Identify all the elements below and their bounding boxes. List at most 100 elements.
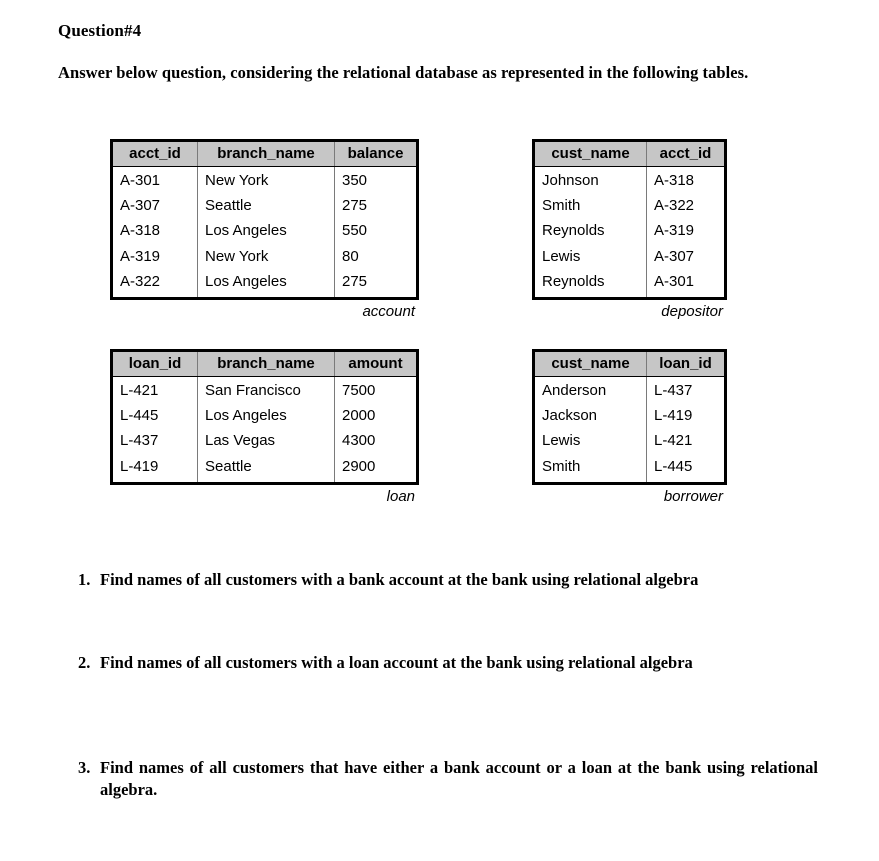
table-header-row: cust_name loan_id — [533, 350, 726, 377]
table-cell: 2000 — [342, 407, 376, 425]
table-cell: San Francisco — [197, 376, 335, 405]
table-cell: 275 — [342, 272, 368, 290]
table-row: Anderson L-437 — [533, 376, 726, 405]
table-cell: New York — [197, 166, 335, 195]
table-cell: A-307 — [654, 247, 695, 265]
table-row: Jackson L-419 — [533, 404, 726, 430]
table-caption: borrower — [663, 487, 723, 505]
table-cell: Smith — [533, 194, 647, 220]
table-cell: A-301 — [654, 272, 695, 290]
list-marker: 3. — [78, 758, 91, 777]
table-cell: Reynolds — [533, 219, 647, 245]
question-list-item: 1. Find names of all customers with a ba… — [78, 569, 838, 591]
list-marker: 2. — [78, 653, 91, 672]
table-cell: Lewis — [533, 244, 647, 270]
page-title: Question#4 — [58, 21, 142, 40]
loan-table: loan_id branch_name amount L-421 San Fra… — [110, 349, 419, 485]
table-cell: L-421 — [111, 376, 198, 405]
column-header: cust_name — [533, 350, 647, 377]
table-cell: 275 — [342, 197, 368, 215]
table-row: L-445 Los Angeles 2000 — [111, 404, 418, 430]
question-text: Find names of all customers with a bank … — [100, 570, 699, 589]
table-row: Lewis L-421 — [533, 429, 726, 455]
column-header: acct_id — [111, 140, 198, 167]
document-page: Question#4 Answer below question, consid… — [0, 0, 879, 861]
table-header-row: acct_id branch_name balance — [111, 140, 418, 167]
depositor-table-block: cust_name acct_id Johnson A-318 Smith A-… — [532, 139, 727, 320]
table-cell: Seattle — [197, 194, 335, 220]
intro-paragraph: Answer below question, considering the r… — [58, 63, 749, 82]
question-list-item: 3. Find names of all customers that have… — [78, 757, 818, 801]
column-header: amount — [334, 350, 418, 377]
column-header: branch_name — [197, 350, 335, 377]
table-row: Johnson A-318 — [533, 166, 726, 195]
question-text: Find names of all customers that have ei… — [100, 758, 818, 799]
table-row: Reynolds A-301 — [533, 269, 726, 299]
table-cell: L-445 — [111, 404, 198, 430]
table-cell: L-437 — [654, 382, 693, 399]
table-caption: account — [362, 302, 415, 320]
table-cell: A-319 — [111, 244, 198, 270]
loan-table-block: loan_id branch_name amount L-421 San Fra… — [110, 349, 419, 505]
table-row: L-437 Las Vegas 4300 — [111, 429, 418, 455]
table-cell: 4300 — [342, 432, 376, 450]
table-row: A-319 New York 80 — [111, 244, 418, 270]
table-cell: Los Angeles — [197, 404, 335, 430]
table-cell: Reynolds — [533, 269, 647, 299]
question-list-item: 2. Find names of all customers with a lo… — [78, 652, 838, 674]
table-row: L-419 Seattle 2900 — [111, 454, 418, 484]
list-marker: 1. — [78, 570, 91, 589]
table-row: A-322 Los Angeles 275 — [111, 269, 418, 299]
depositor-table: cust_name acct_id Johnson A-318 Smith A-… — [532, 139, 727, 300]
table-cell: L-419 — [654, 407, 693, 425]
table-cell: 350 — [342, 172, 368, 189]
table-cell: A-322 — [654, 197, 695, 215]
table-header-row: loan_id branch_name amount — [111, 350, 418, 377]
table-cell: L-421 — [654, 432, 693, 450]
column-header: branch_name — [197, 140, 335, 167]
table-cell: A-319 — [654, 222, 695, 240]
table-cell: Jackson — [533, 404, 647, 430]
table-cell: L-445 — [654, 457, 693, 475]
column-header: acct_id — [646, 140, 726, 167]
table-caption: loan — [386, 487, 415, 505]
table-row: Lewis A-307 — [533, 244, 726, 270]
table-row: Reynolds A-319 — [533, 219, 726, 245]
column-header: loan_id — [646, 350, 726, 377]
table-cell: L-437 — [111, 429, 198, 455]
table-cell: New York — [197, 244, 335, 270]
table-caption: depositor — [661, 302, 723, 320]
table-row: A-318 Los Angeles 550 — [111, 219, 418, 245]
table-header-row: cust_name acct_id — [533, 140, 726, 167]
table-cell: A-301 — [111, 166, 198, 195]
table-row: A-307 Seattle 275 — [111, 194, 418, 220]
table-cell: Seattle — [197, 454, 335, 484]
table-cell: A-318 — [111, 219, 198, 245]
table-cell: Johnson — [533, 166, 647, 195]
table-cell: Los Angeles — [197, 219, 335, 245]
borrower-table-block: cust_name loan_id Anderson L-437 Jackson… — [532, 349, 727, 505]
table-cell: Anderson — [533, 376, 647, 405]
table-cell: Lewis — [533, 429, 647, 455]
column-header: balance — [334, 140, 418, 167]
table-row: Smith L-445 — [533, 454, 726, 484]
column-header: cust_name — [533, 140, 647, 167]
account-table-block: acct_id branch_name balance A-301 New Yo… — [110, 139, 419, 320]
table-cell: Smith — [533, 454, 647, 484]
table-row: L-421 San Francisco 7500 — [111, 376, 418, 405]
table-cell: A-318 — [654, 172, 695, 189]
table-cell: Las Vegas — [197, 429, 335, 455]
table-cell: Los Angeles — [197, 269, 335, 299]
column-header: loan_id — [111, 350, 198, 377]
table-cell: 2900 — [342, 457, 376, 475]
table-row: A-301 New York 350 — [111, 166, 418, 195]
borrower-table: cust_name loan_id Anderson L-437 Jackson… — [532, 349, 727, 485]
table-cell: A-322 — [111, 269, 198, 299]
table-cell: 7500 — [342, 382, 376, 399]
account-table: acct_id branch_name balance A-301 New Yo… — [110, 139, 419, 300]
table-cell: L-419 — [111, 454, 198, 484]
table-cell: A-307 — [111, 194, 198, 220]
table-row: Smith A-322 — [533, 194, 726, 220]
table-cell: 550 — [342, 222, 368, 240]
table-cell: 80 — [342, 247, 359, 265]
